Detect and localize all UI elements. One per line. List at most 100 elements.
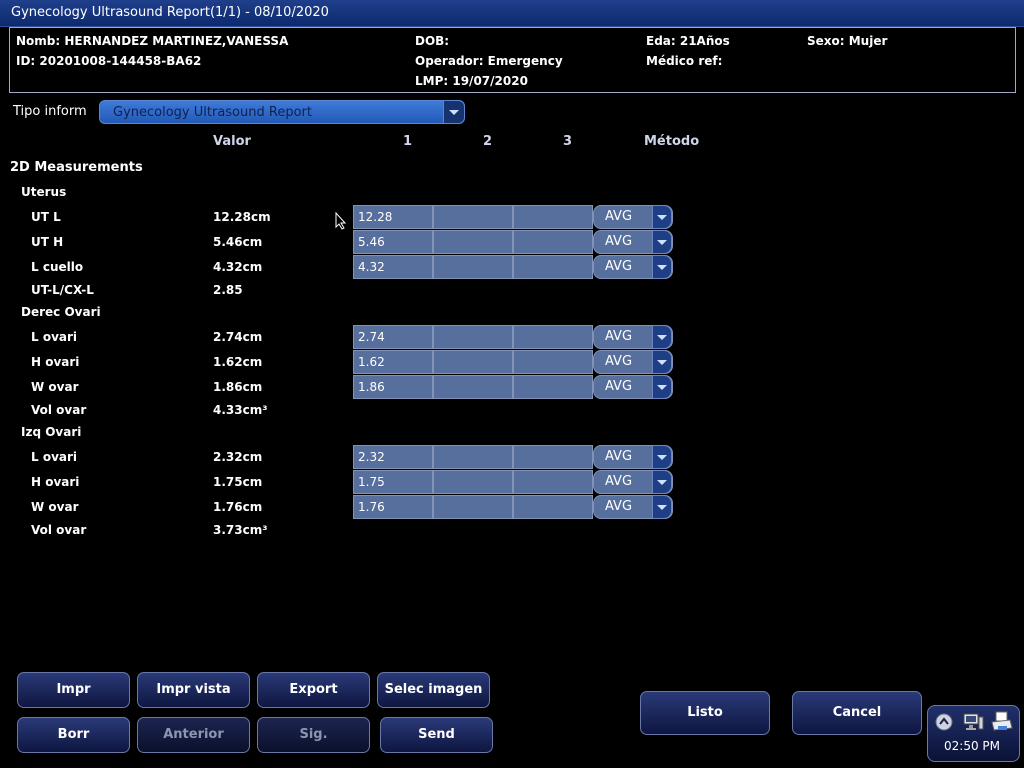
chevron-down-icon[interactable] (652, 205, 672, 229)
lmp: LMP: 19/07/2020 (415, 74, 528, 88)
measurement-2-field[interactable] (433, 375, 513, 399)
measurement-3-field[interactable] (513, 495, 593, 519)
system-tray: 02:50 PM (927, 705, 1020, 762)
row-value: 1.75cm (213, 475, 263, 489)
measurement-2-field[interactable] (433, 230, 513, 254)
chevron-down-icon[interactable] (652, 495, 672, 519)
window-title: Gynecology Ultrasound Report(1/1) - 08/1… (11, 5, 329, 20)
print-view-button[interactable]: Impr vista (137, 672, 250, 708)
select-image-button[interactable]: Selec imagen (377, 672, 490, 708)
measurement-1-field[interactable]: 2.74 (353, 325, 433, 349)
column-header-2: 2 (483, 134, 493, 149)
measurement-2-field[interactable] (433, 255, 513, 279)
row-value: 3.73cm³ (213, 523, 268, 537)
measurement-1-text: 1.86 (358, 380, 385, 394)
row-value: 1.76cm (213, 500, 263, 514)
send-button[interactable]: Send (380, 717, 493, 753)
measurement-1-field[interactable]: 12.28 (353, 205, 433, 229)
row-label: L cuello (31, 260, 84, 274)
row-label: Vol ovar (31, 523, 87, 537)
chevron-down-icon[interactable] (652, 470, 672, 494)
chevron-down-icon[interactable] (652, 230, 672, 254)
measurement-3-field[interactable] (513, 205, 593, 229)
measurement-3-field[interactable] (513, 470, 593, 494)
chevron-down-icon[interactable] (652, 375, 672, 399)
chevron-down-icon[interactable] (652, 255, 672, 279)
row-label: W ovar (31, 380, 79, 394)
title-bar: Gynecology Ultrasound Report(1/1) - 08/1… (0, 0, 1024, 27)
measurement-1-text: 12.28 (358, 210, 393, 224)
measurement-1-field[interactable]: 1.62 (353, 350, 433, 374)
measurement-2-field[interactable] (433, 350, 513, 374)
method-select[interactable]: AVG (593, 325, 673, 349)
row-label: UT H (31, 235, 64, 249)
cancel-button[interactable]: Cancel (792, 691, 922, 735)
measurement-2-field[interactable] (433, 445, 513, 469)
measurement-1-field[interactable]: 4.32 (353, 255, 433, 279)
printer-icon[interactable] (990, 710, 1014, 734)
report-type-select[interactable]: Gynecology Ultrasound Report (99, 100, 465, 124)
measurement-3-field[interactable] (513, 230, 593, 254)
measurement-2-field[interactable] (433, 325, 513, 349)
report-type-value: Gynecology Ultrasound Report (113, 105, 312, 120)
chevron-down-icon[interactable] (443, 101, 464, 123)
export-button[interactable]: Export (257, 672, 370, 708)
previous-button[interactable]: Anterior (137, 717, 250, 753)
row-value: 5.46cm (213, 235, 263, 249)
method-select[interactable]: AVG (593, 350, 673, 374)
measurement-3-field[interactable] (513, 375, 593, 399)
measurement-1-text: 1.75 (358, 475, 385, 489)
method-select[interactable]: AVG (593, 495, 673, 519)
chevron-down-icon[interactable] (652, 325, 672, 349)
measurement-1-field[interactable]: 2.32 (353, 445, 433, 469)
report-type-label: Tipo inform (13, 104, 87, 119)
patient-age: Eda: 21Años (646, 34, 730, 48)
group-uterus: Uterus (21, 185, 67, 199)
row-label: H ovari (31, 475, 80, 489)
chevron-down-icon[interactable] (652, 445, 672, 469)
measurement-3-field[interactable] (513, 255, 593, 279)
measurement-1-field[interactable]: 1.76 (353, 495, 433, 519)
referring-doctor: Médico ref: (646, 54, 723, 68)
measurement-1-field[interactable]: 1.86 (353, 375, 433, 399)
method-select[interactable]: AVG (593, 255, 673, 279)
method-value: AVG (605, 329, 633, 344)
section-title: 2D Measurements (10, 160, 143, 175)
method-value: AVG (605, 379, 633, 394)
done-button[interactable]: Listo (640, 691, 770, 735)
patient-sex: Sexo: Mujer (807, 34, 888, 48)
method-value: AVG (605, 354, 633, 369)
method-value: AVG (605, 449, 633, 464)
row-label: Vol ovar (31, 403, 87, 417)
row-value: 2.85 (213, 283, 243, 297)
patient-dob: DOB: (415, 34, 450, 48)
chevron-down-icon[interactable] (652, 350, 672, 374)
row-label: UT-L/CX-L (31, 283, 94, 297)
measurement-2-field[interactable] (433, 205, 513, 229)
delete-button[interactable]: Borr (17, 717, 130, 753)
column-header-3: 3 (563, 134, 573, 149)
patient-id: ID: 20201008-144458-BA62 (16, 54, 202, 68)
print-button[interactable]: Impr (17, 672, 130, 708)
measurement-3-field[interactable] (513, 350, 593, 374)
measurement-3-field[interactable] (513, 445, 593, 469)
measurement-1-text: 2.74 (358, 330, 385, 344)
patient-name: Nomb: HERNANDEZ MARTINEZ,VANESSA (16, 34, 289, 48)
measurement-1-field[interactable]: 1.75 (353, 470, 433, 494)
method-select[interactable]: AVG (593, 230, 673, 254)
method-select[interactable]: AVG (593, 205, 673, 229)
next-button[interactable]: Sig. (257, 717, 370, 753)
method-select[interactable]: AVG (593, 470, 673, 494)
row-value: 1.86cm (213, 380, 263, 394)
row-value: 2.32cm (213, 450, 263, 464)
measurement-2-field[interactable] (433, 495, 513, 519)
measurement-1-field[interactable]: 5.46 (353, 230, 433, 254)
measurement-2-field[interactable] (433, 470, 513, 494)
method-value: AVG (605, 474, 633, 489)
measurement-3-field[interactable] (513, 325, 593, 349)
method-select[interactable]: AVG (593, 445, 673, 469)
eject-icon[interactable] (935, 713, 953, 731)
network-computer-icon[interactable] (961, 712, 985, 732)
row-label: L ovari (31, 450, 78, 464)
method-select[interactable]: AVG (593, 375, 673, 399)
